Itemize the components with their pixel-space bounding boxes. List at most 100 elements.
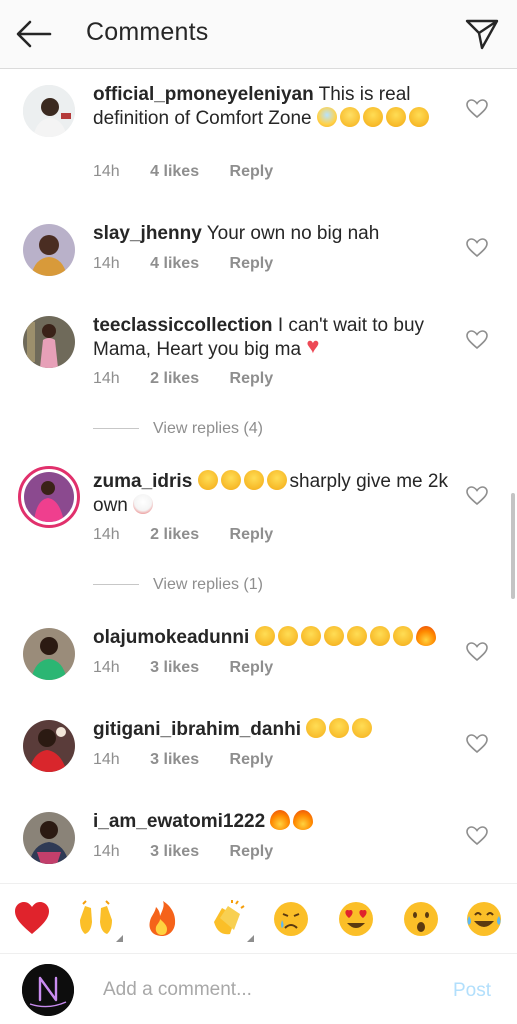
comment-meta: 14h 2 likes Reply [93,526,299,544]
like-heart-icon[interactable] [466,238,488,258]
comment-username[interactable]: gitigani_ibrahim_danhi [93,719,301,740]
comment-time: 14h [93,843,120,860]
comment-text: gitigani_ibrahim_danhi [93,718,451,742]
paper-plane-icon[interactable] [464,17,500,51]
comment-text: official_pmoneyeleniyan This is real def… [93,83,451,131]
comment-likes[interactable]: 2 likes [150,526,199,543]
post-button[interactable]: Post [453,980,491,1002]
red-heart-icon[interactable] [13,900,51,938]
like-heart-icon[interactable] [466,486,488,506]
comment-time: 14h [93,526,120,543]
comment-meta: 14h 4 likes Reply [93,163,299,181]
rolling-on-floor-laughing-icon [408,107,429,127]
reply-button[interactable]: Reply [230,659,274,676]
comment-time: 14h [93,255,120,272]
comment-meta: 14h 3 likes Reply [93,843,299,861]
reply-button[interactable]: Reply [230,751,274,768]
face-with-tears-of-joy-icon [254,626,275,646]
comment-likes[interactable]: 3 likes [150,751,199,768]
crying-face-icon[interactable] [272,900,310,938]
comment-time: 14h [93,659,120,676]
fire-icon[interactable] [143,900,181,938]
comment-username[interactable]: olajumokeadunni [93,627,249,648]
face-with-tears-of-joy-icon [323,626,344,646]
comment-likes[interactable]: 4 likes [150,163,199,180]
reply-button[interactable]: Reply [230,370,274,387]
quick-reaction-bar [0,883,517,953]
face-screaming-in-fear-icon [316,107,337,127]
face-with-tears-of-joy-icon [197,470,218,490]
comment-meta: 14h 4 likes Reply [93,255,299,273]
face-with-tears-of-joy-icon [277,626,298,646]
comment-time: 14h [93,163,120,180]
face-with-tears-of-joy-icon [369,626,390,646]
comment-username[interactable]: zuma_idris [93,471,192,492]
comments-list[interactable]: official_pmoneyeleniyan This is real def… [0,69,517,883]
add-comment-input[interactable] [103,976,423,1004]
avatar[interactable] [23,720,75,772]
reply-button[interactable]: Reply [230,163,274,180]
face-with-tears-of-joy-icon [300,626,321,646]
avatar[interactable] [23,812,75,864]
heart-eyes-icon [329,718,350,738]
face-with-tears-of-joy-icon [220,470,241,490]
surprised-face-icon[interactable] [402,900,440,938]
comment-meta: 14h 3 likes Reply [93,659,299,677]
avatar[interactable] [23,224,75,276]
comment-username[interactable]: slay_jhenny [93,223,202,244]
raising-hands-icon[interactable] [77,900,123,942]
comment-username[interactable]: i_am_ewatomi1222 [93,811,265,832]
fire-icon [270,810,291,830]
comment-likes[interactable]: 2 likes [150,370,199,387]
back-arrow-icon[interactable] [14,18,54,50]
comment-username[interactable]: teeclassiccollection [93,315,273,336]
comment-likes[interactable]: 3 likes [150,659,199,676]
face-with-tears-of-joy-icon [346,626,367,646]
comment-likes[interactable]: 3 likes [150,843,199,860]
tears-of-joy-icon[interactable] [465,900,503,938]
comment-text: slay_jhenny Your own no big nah [93,222,451,246]
view-replies-button[interactable]: View replies (4) [93,420,263,438]
clown-face-icon [133,494,154,514]
comment-body: Your own no big nah [206,223,380,244]
fire-icon [293,810,314,830]
like-heart-icon[interactable] [466,642,488,662]
red-heart-icon [306,334,326,358]
comment-text: zuma_idris sharply give me 2k own [93,470,451,518]
avatar[interactable] [18,466,80,528]
comment-username[interactable]: official_pmoneyeleniyan [93,84,314,105]
comment-text: olajumokeadunni [93,626,451,650]
view-replies-button[interactable]: View replies (1) [93,576,263,594]
face-with-tears-of-joy-icon [243,470,264,490]
avatar[interactable] [23,628,75,680]
like-heart-icon[interactable] [466,734,488,754]
reply-button[interactable]: Reply [230,843,274,860]
heart-eyes-icon [306,718,327,738]
comment-likes[interactable]: 4 likes [150,255,199,272]
like-heart-icon[interactable] [466,330,488,350]
page-title: Comments [86,18,209,46]
like-heart-icon[interactable] [466,826,488,846]
face-with-tears-of-joy-icon [266,470,287,490]
comment-composer: Post [0,953,517,1024]
rolling-on-floor-laughing-icon [362,107,383,127]
comment-meta: 14h 3 likes Reply [93,751,299,769]
like-heart-icon[interactable] [466,99,488,119]
current-user-avatar [22,964,74,1016]
reply-button[interactable]: Reply [230,526,274,543]
face-with-tears-of-joy-icon [392,626,413,646]
avatar[interactable] [23,316,75,368]
clapping-hands-icon[interactable] [208,900,254,942]
reply-button[interactable]: Reply [230,255,274,272]
comment-text: teeclassiccollection I can't wait to buy… [93,314,451,362]
heart-eyes-icon[interactable] [337,900,375,938]
flushed-face-icon [339,107,360,127]
comment-time: 14h [93,751,120,768]
scrollbar[interactable] [511,493,515,599]
comment-meta: 14h 2 likes Reply [93,370,299,388]
top-bar: Comments [0,0,517,69]
rolling-on-floor-laughing-icon [385,107,406,127]
fire-icon [415,626,436,646]
comment-time: 14h [93,370,120,387]
avatar[interactable] [23,85,75,137]
